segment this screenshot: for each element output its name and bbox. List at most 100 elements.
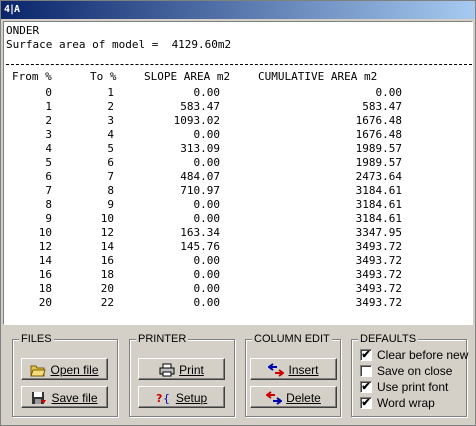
table-row: 0 1 0.00 0.00 <box>4 86 470 100</box>
from-cell: 1 <box>45 100 52 113</box>
slope-area-cell: 163.34 <box>180 226 220 239</box>
from-cell: 3 <box>45 128 52 141</box>
slope-area-cell: 145.76 <box>180 240 220 253</box>
printer-icon <box>159 363 175 377</box>
question-brace-icon: ?{ <box>156 391 172 405</box>
slope-area-cell: 313.09 <box>180 142 220 155</box>
slope-area-cell: 0.00 <box>193 156 221 169</box>
cumulative-area-cell: 3493.72 <box>355 240 402 253</box>
from-cell: 0 <box>45 86 52 99</box>
cumulative-area-cell: 3493.72 <box>355 296 402 309</box>
to-cell: 3 <box>107 114 114 127</box>
from-cell: 5 <box>45 156 52 169</box>
slope-area-cell: 0.00 <box>193 212 221 225</box>
checkbox-box[interactable]: ✔ <box>360 381 372 393</box>
setup-button[interactable]: ?{ Setup <box>138 386 225 408</box>
printer-group-title: PRINTER <box>136 332 189 346</box>
to-cell: 1 <box>107 86 114 99</box>
slope-area-cell: 0.00 <box>193 198 221 211</box>
cumulative-area-cell: 3347.95 <box>355 226 402 239</box>
defaults-checkbox[interactable]: ✔ Clear before new <box>360 348 470 363</box>
column-header-to: To % <box>90 70 117 83</box>
separator-line <box>6 64 472 65</box>
table-row: 8 9 0.00 3184.61 <box>4 198 470 212</box>
table-row: 18 20 0.00 3493.72 <box>4 282 470 296</box>
cumulative-area-cell: 1676.48 <box>355 128 402 141</box>
files-group-title: FILES <box>19 332 54 346</box>
defaults-group: DEFAULTS ✔ Clear before new Save on close ✔… <box>351 332 470 417</box>
to-cell: 2 <box>107 100 114 113</box>
cumulative-area-cell: 583.47 <box>362 100 402 113</box>
table-row: 9 10 0.00 3184.61 <box>4 212 470 226</box>
slope-area-cell: 710.97 <box>180 184 220 197</box>
from-cell: 7 <box>45 184 52 197</box>
save-disk-icon <box>31 391 47 405</box>
defaults-group-title: DEFAULTS <box>358 332 419 346</box>
table-row: 5 6 0.00 1989.57 <box>4 156 470 170</box>
column-header-from: From % <box>12 70 52 83</box>
from-cell: 9 <box>45 212 52 225</box>
report-name: ONDER <box>6 24 40 37</box>
svg-text:?: ? <box>156 392 162 405</box>
table-row: 7 8 710.97 3184.61 <box>4 184 470 198</box>
slope-area-cell: 0.00 <box>193 128 221 141</box>
to-cell: 8 <box>107 184 114 197</box>
svg-text:{: { <box>163 392 170 405</box>
slope-area-cell: 0.00 <box>193 254 221 267</box>
slope-area-cell: 1093.02 <box>173 114 220 127</box>
to-cell: 22 <box>100 296 114 309</box>
table-row: 14 16 0.00 3493.72 <box>4 254 470 268</box>
to-cell: 18 <box>100 268 114 281</box>
from-cell: 10 <box>38 226 52 239</box>
app-icon[interactable]: 4|A <box>4 3 22 17</box>
from-cell: 8 <box>45 198 52 211</box>
folder-open-icon <box>30 363 47 377</box>
defaults-checkbox[interactable]: ✔ Word wrap <box>360 396 470 411</box>
from-cell: 6 <box>45 170 52 183</box>
to-cell: 5 <box>107 142 114 155</box>
from-cell: 2 <box>45 114 52 127</box>
from-cell: 14 <box>38 254 52 267</box>
table-row: 6 7 484.07 2473.64 <box>4 170 470 184</box>
to-cell: 10 <box>100 212 114 225</box>
report-text-area[interactable]: ONDER Surface area of model = 4129.60m2 … <box>3 21 473 325</box>
insert-column-button[interactable]: Insert <box>250 358 337 380</box>
cumulative-area-cell: 2473.64 <box>355 170 402 183</box>
checkbox-box[interactable]: ✔ <box>360 349 372 361</box>
checkbox-label: Word wrap <box>377 396 435 410</box>
defaults-checkbox[interactable]: Save on close <box>360 364 470 379</box>
delete-column-button[interactable]: Delete <box>250 386 337 408</box>
to-cell: 16 <box>100 254 114 267</box>
column-edit-group-title: COLUMN EDIT <box>252 332 332 346</box>
defaults-checkbox[interactable]: ✔ Use print font <box>360 380 470 395</box>
from-cell: 20 <box>38 296 52 309</box>
table-row: 1 2 583.47 583.47 <box>4 100 470 114</box>
to-cell: 14 <box>100 240 114 253</box>
slope-area-cell: 484.07 <box>180 170 220 183</box>
from-cell: 4 <box>45 142 52 155</box>
open-file-button[interactable]: Open file <box>21 358 108 380</box>
table-row: 10 12 163.34 3347.95 <box>4 226 470 240</box>
title-bar[interactable]: 4|A <box>1 1 475 19</box>
cumulative-area-cell: 3493.72 <box>355 254 402 267</box>
checkbox-label: Save on close <box>377 364 453 378</box>
table-row: 12 14 145.76 3493.72 <box>4 240 470 254</box>
checkbox-box[interactable] <box>360 365 372 377</box>
column-edit-group: COLUMN EDIT Insert Delete <box>245 332 341 417</box>
from-cell: 16 <box>38 268 52 281</box>
slope-area-cell: 0.00 <box>193 86 221 99</box>
from-cell: 12 <box>38 240 52 253</box>
to-cell: 4 <box>107 128 114 141</box>
insert-arrows-icon <box>267 363 286 377</box>
report-window: 4|A ONDER Surface area of model = 4129.6… <box>0 0 476 426</box>
printer-group: PRINTER Print ?{ Setup <box>129 332 235 417</box>
save-file-button[interactable]: Save file <box>21 386 108 408</box>
checkbox-box[interactable]: ✔ <box>360 397 372 409</box>
files-group: FILES Open file Save file <box>12 332 118 417</box>
surface-area-line: Surface area of model = 4129.60m2 <box>6 38 232 51</box>
print-button[interactable]: Print <box>138 358 225 380</box>
to-cell: 9 <box>107 198 114 211</box>
slope-area-cell: 0.00 <box>193 282 221 295</box>
delete-arrows-icon <box>265 391 283 405</box>
cumulative-area-cell: 3184.61 <box>355 184 402 197</box>
